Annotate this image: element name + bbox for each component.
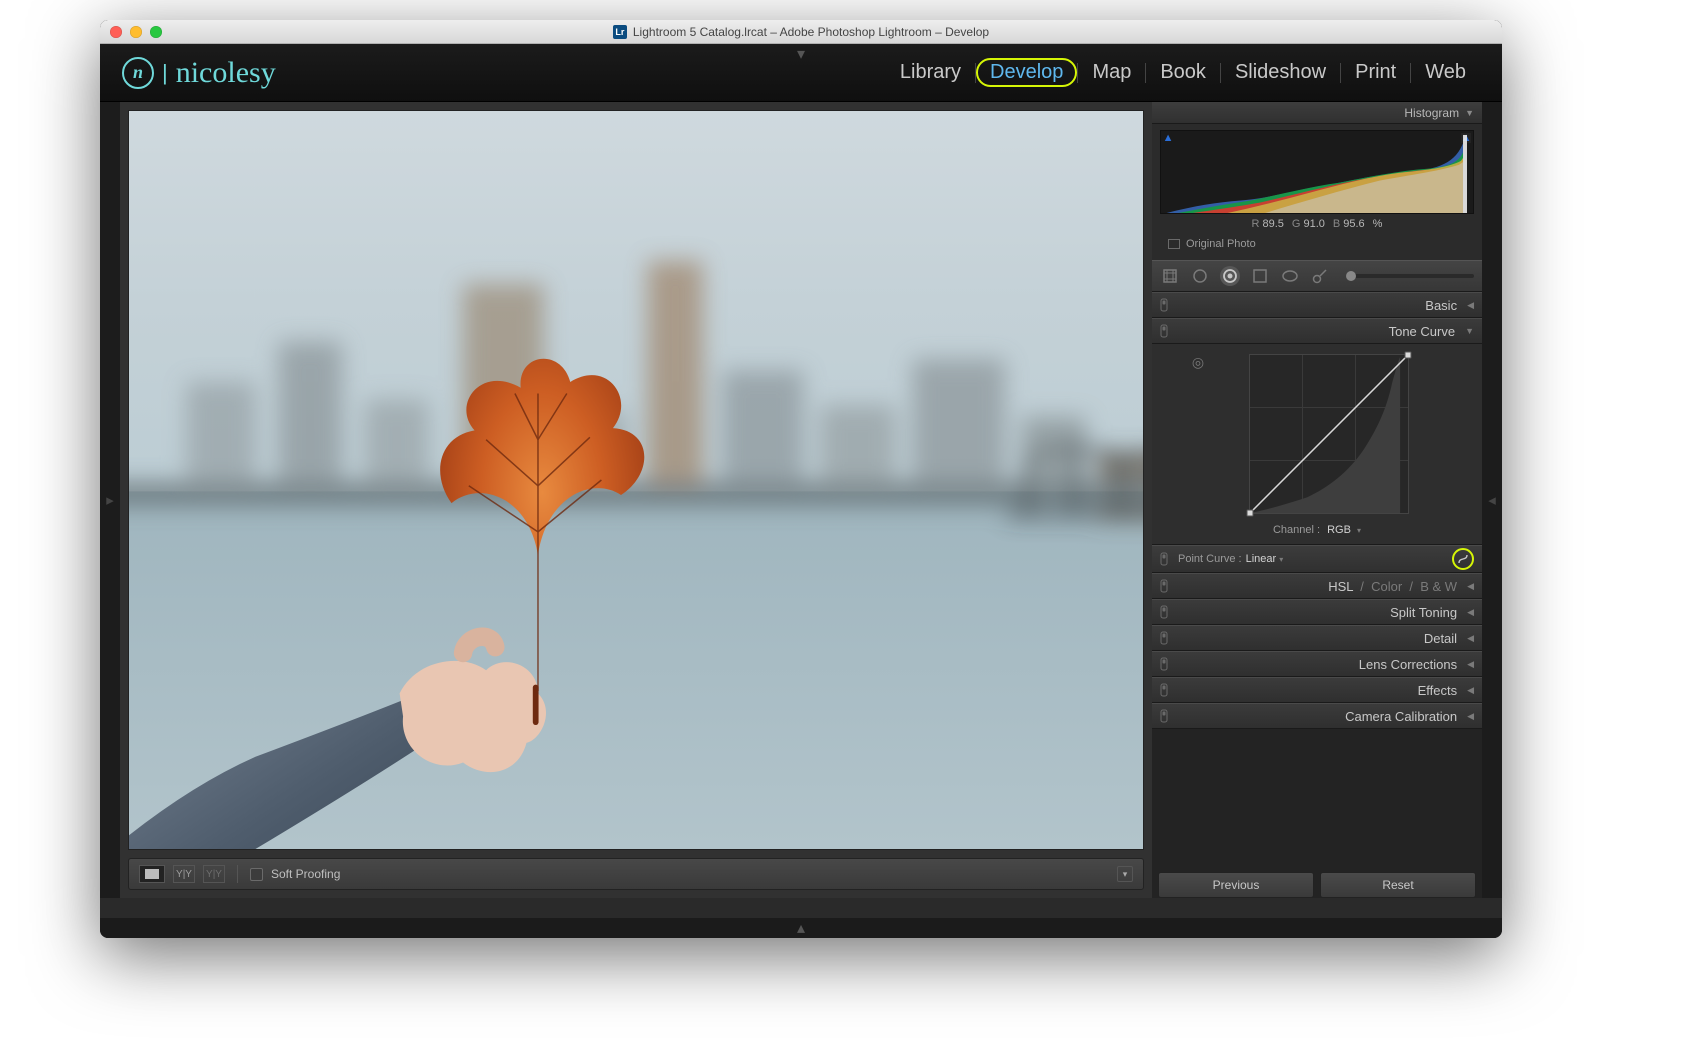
collapse-icon: ▼ (1465, 108, 1474, 118)
panel-detail[interactable]: Detail ◀ (1152, 625, 1482, 651)
right-panel-grip[interactable]: ◂ (1482, 102, 1502, 898)
panel-lens-corrections[interactable]: Lens Corrections ◀ (1152, 651, 1482, 677)
collapse-icon: ◀ (1467, 711, 1474, 722)
dropdown-icon: ▾ (1357, 526, 1361, 535)
histogram-readout: R89.5 G91.0 B95.6 % (1160, 214, 1474, 236)
module-picker: Library Develop Map Book Slideshow Print… (886, 58, 1480, 87)
panel-tone-curve-header[interactable]: Tone Curve ▼ (1152, 318, 1482, 344)
soft-proofing-label: Soft Proofing (271, 867, 340, 881)
tool-slider[interactable] (1346, 274, 1474, 278)
panel-camera-calibration[interactable]: Camera Calibration ◀ (1152, 703, 1482, 729)
panel-tone-curve: ◎ Channel : RGB ▾ (1152, 344, 1482, 545)
collapse-icon: ◀ (1467, 300, 1474, 311)
channel-selector[interactable]: Channel : RGB ▾ (1160, 524, 1474, 536)
original-photo-row[interactable]: Original Photo (1160, 236, 1474, 256)
panel-switch-icon[interactable] (1160, 657, 1170, 671)
soft-proofing-checkbox[interactable] (250, 868, 263, 881)
panel-reveal-top-icon[interactable]: ▾ (797, 44, 805, 64)
graduated-filter-tool-icon[interactable] (1250, 266, 1270, 286)
previous-button[interactable]: Previous (1158, 872, 1314, 898)
app-window: Lr Lightroom 5 Catalog.lrcat – Adobe Pho… (100, 20, 1502, 938)
brand-badge: n (122, 57, 154, 89)
point-curve-dropdown[interactable]: Linear ▾ (1246, 553, 1284, 565)
module-print[interactable]: Print (1341, 59, 1410, 86)
loupe-view-button[interactable] (139, 865, 165, 883)
histogram-label: Histogram (1404, 106, 1459, 120)
before-after-right-button[interactable]: Y|Y (203, 865, 225, 883)
panel-switch-icon[interactable] (1160, 579, 1170, 593)
histogram[interactable]: ▲ ▲ (1160, 130, 1474, 214)
right-panel: Histogram ▼ ▲ ▲ (1152, 102, 1482, 898)
lightroom-app-icon: Lr (613, 25, 627, 39)
histogram-section: ▲ ▲ R89.5 G91.0 (1152, 124, 1482, 260)
toolbar-options-dropdown[interactable]: ▾ (1117, 866, 1133, 882)
collapse-icon: ▼ (1465, 326, 1474, 336)
left-panel-grip[interactable]: ▸ (100, 102, 120, 898)
spot-removal-tool-icon[interactable] (1190, 266, 1210, 286)
target-adjustment-icon[interactable]: ◎ (1190, 354, 1206, 370)
collapse-icon: ◀ (1467, 633, 1474, 644)
filmstrip-grip[interactable]: ▴ (100, 918, 1502, 938)
main-area: Y|Y Y|Y Soft Proofing ▾ (120, 102, 1152, 898)
module-develop[interactable]: Develop (976, 58, 1077, 87)
tone-curve-editor[interactable] (1249, 354, 1409, 514)
module-slideshow[interactable]: Slideshow (1221, 59, 1340, 86)
panel-effects[interactable]: Effects ◀ (1152, 677, 1482, 703)
crop-tool-icon[interactable] (1160, 266, 1180, 286)
collapse-icon: ◀ (1467, 607, 1474, 618)
original-photo-checkbox-icon (1168, 239, 1180, 249)
app-body: ▸ (100, 102, 1502, 898)
panel-hsl[interactable]: HSL / Color / B & W ◀ (1152, 573, 1482, 599)
radial-filter-tool-icon[interactable] (1280, 266, 1300, 286)
panel-switch-icon[interactable] (1160, 683, 1170, 697)
mac-titlebar: Lr Lightroom 5 Catalog.lrcat – Adobe Pho… (100, 20, 1502, 44)
point-curve-row: Point Curve : Linear ▾ (1152, 545, 1482, 573)
module-map[interactable]: Map (1078, 59, 1145, 86)
brand-separator: | (162, 60, 168, 86)
panel-switch-icon[interactable] (1160, 631, 1170, 645)
panel-switch-icon[interactable] (1160, 324, 1170, 338)
module-web[interactable]: Web (1411, 59, 1480, 86)
histogram-panel-header[interactable]: Histogram ▼ (1152, 102, 1482, 124)
collapse-icon: ◀ (1467, 659, 1474, 670)
image-preview[interactable] (128, 110, 1144, 850)
reset-button[interactable]: Reset (1320, 872, 1476, 898)
module-book[interactable]: Book (1146, 59, 1220, 86)
before-after-left-button[interactable]: Y|Y (173, 865, 195, 883)
module-library[interactable]: Library (886, 59, 975, 86)
header: ▾ n | nicolesy Library Develop Map Book … (100, 44, 1502, 102)
panel-switch-icon[interactable] (1160, 298, 1170, 312)
point-curve-edit-button[interactable] (1452, 548, 1474, 570)
panel-switch-icon[interactable] (1160, 605, 1170, 619)
panel-switch-icon[interactable] (1160, 709, 1170, 723)
panel-split-toning[interactable]: Split Toning ◀ (1152, 599, 1482, 625)
red-eye-tool-icon[interactable] (1220, 266, 1240, 286)
window-title: Lightroom 5 Catalog.lrcat – Adobe Photos… (633, 25, 989, 39)
tool-strip (1152, 260, 1482, 292)
collapse-icon: ◀ (1467, 685, 1474, 696)
identity-plate[interactable]: n | nicolesy (122, 56, 276, 90)
adjustment-brush-tool-icon[interactable] (1310, 266, 1330, 286)
panel-basic[interactable]: Basic ◀ (1152, 292, 1482, 318)
brand-name: nicolesy (176, 56, 276, 90)
panel-switch-icon[interactable] (1160, 552, 1170, 566)
right-panel-footer: Previous Reset (1152, 868, 1482, 898)
collapse-icon: ◀ (1467, 581, 1474, 592)
develop-toolbar: Y|Y Y|Y Soft Proofing ▾ (128, 858, 1144, 890)
